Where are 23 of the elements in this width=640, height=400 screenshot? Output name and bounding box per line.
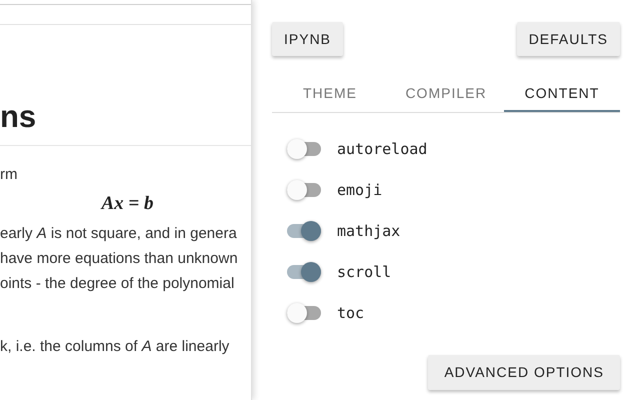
paragraph-line: early A is not square, and in genera xyxy=(0,224,238,244)
section-heading: ns xyxy=(0,98,38,136)
paragraph-line: have more equations than unknown xyxy=(0,249,239,269)
paragraph-line: oints - the degree of the polynomial xyxy=(0,274,236,294)
toggle-label: autoreload xyxy=(337,138,428,160)
toggle-switch[interactable] xyxy=(287,221,321,241)
toggle-switch[interactable] xyxy=(287,303,321,323)
ipynb-button[interactable]: IPYNB xyxy=(272,22,344,56)
paragraph-line: k, i.e. the columns of A are linearly xyxy=(0,337,230,357)
equation: Ax = b xyxy=(102,192,154,216)
toggle-label: emoji xyxy=(337,180,382,201)
paragraph-line: rm xyxy=(0,165,18,185)
defaults-button[interactable]: DEFAULTS xyxy=(516,22,620,56)
toggle-label: toc xyxy=(337,302,364,324)
settings-tab[interactable]: THEME xyxy=(272,80,388,112)
settings-tab[interactable]: CONTENT xyxy=(504,80,620,112)
toggle-label: mathjax xyxy=(337,220,400,242)
settings-tab[interactable]: COMPILER xyxy=(388,80,504,112)
advanced-options-button[interactable]: ADVANCED OPTIONS xyxy=(428,355,620,390)
toggle-switch[interactable] xyxy=(287,262,321,282)
toggle-label: scroll xyxy=(337,262,392,283)
toggle-switch[interactable] xyxy=(287,180,321,200)
toggle-switch[interactable] xyxy=(287,139,321,159)
